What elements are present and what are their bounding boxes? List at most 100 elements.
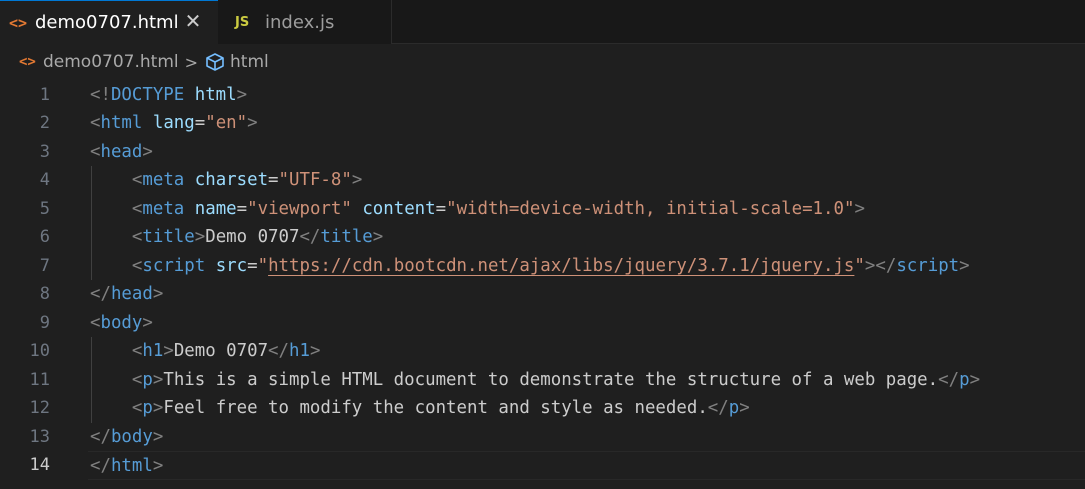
line-number[interactable]: 5 — [0, 195, 50, 224]
code-token: script — [896, 255, 960, 276]
code-text[interactable]: <!DOCTYPE html> — [90, 81, 247, 110]
code-token: head — [100, 141, 143, 162]
code-token: = — [247, 255, 258, 276]
code-token: title — [142, 227, 195, 247]
code-area[interactable]: <!DOCTYPE html> — [88, 81, 1085, 110]
code-text[interactable]: </body> — [90, 423, 163, 452]
code-text[interactable]: <body> — [90, 309, 153, 338]
code-token: > — [247, 113, 258, 133]
code-token: > — [309, 341, 321, 361]
code-area[interactable]: <title>Demo 0707</title> — [88, 223, 1085, 252]
line-number[interactable]: 2 — [0, 109, 50, 138]
code-text[interactable]: <head> — [90, 138, 153, 167]
code-area[interactable]: <html lang="en"> — [88, 109, 1085, 138]
code-line[interactable]: 4 <meta charset="UTF-8"> — [0, 166, 1085, 195]
line-number[interactable]: 7 — [0, 252, 50, 281]
code-area[interactable]: </html> — [88, 451, 1085, 480]
code-token: body — [100, 312, 143, 333]
line-number[interactable]: 1 — [0, 81, 50, 110]
code-line[interactable]: 2 <html lang="en"> — [0, 109, 1085, 138]
code-area[interactable]: <p>This is a simple HTML document to dem… — [88, 366, 1085, 395]
code-line[interactable]: 12 <p>Feel free to modify the content an… — [0, 394, 1085, 423]
line-number[interactable]: 4 — [0, 166, 50, 195]
code-area[interactable]: </head> — [88, 280, 1085, 309]
code-text[interactable]: <p>This is a simple HTML document to dem… — [90, 366, 980, 395]
line-number[interactable]: 10 — [0, 337, 50, 366]
code-text[interactable]: <title>Demo 0707</title> — [90, 223, 383, 252]
code-token: Demo 0707 — [173, 341, 269, 361]
code-token: <! — [90, 84, 111, 105]
code-text[interactable]: <meta charset="UTF-8"> — [90, 166, 362, 195]
code-token: p — [142, 369, 153, 390]
line-number[interactable]: 13 — [0, 423, 50, 452]
code-line[interactable]: 7 <script src="https://cdn.bootcdn.net/a… — [0, 252, 1085, 281]
code-token: < — [131, 170, 143, 190]
code-token: </ — [90, 284, 111, 304]
breadcrumb-file[interactable]: demo0707.html — [43, 52, 179, 72]
line-number[interactable]: 14 — [0, 451, 50, 480]
line-number[interactable]: 6 — [0, 223, 50, 252]
code-line[interactable]: 11 <p>This is a simple HTML document to … — [0, 366, 1085, 395]
code-area[interactable]: <meta charset="UTF-8"> — [88, 166, 1085, 195]
code-area[interactable]: <h1>Demo 0707</h1> — [88, 337, 1085, 366]
line-number[interactable]: 11 — [0, 366, 50, 395]
code-area[interactable]: <script src="https://cdn.bootcdn.net/aja… — [88, 252, 1085, 281]
code-token: > — [152, 284, 164, 304]
code-token: < — [131, 227, 143, 247]
line-number[interactable]: 9 — [0, 309, 50, 338]
code-area[interactable]: <p>Feel free to modify the content and s… — [88, 394, 1085, 423]
close-icon[interactable]: ✕ — [181, 9, 205, 33]
code-line[interactable]: 10 <h1>Demo 0707</h1> — [0, 337, 1085, 366]
code-token: < — [131, 198, 143, 219]
code-token: </ — [707, 398, 729, 418]
code-token[interactable]: https://cdn.bootcdn.net/ajax/libs/jquery… — [268, 256, 854, 276]
code-text[interactable]: </head> — [90, 280, 163, 309]
code-area[interactable]: <meta name="viewport" content="width=dev… — [88, 195, 1085, 224]
code-area[interactable]: <head> — [88, 138, 1085, 167]
breadcrumb-symbol[interactable]: html — [230, 52, 269, 72]
line-number[interactable]: 3 — [0, 138, 50, 167]
code-line[interactable]: 13 </body> — [0, 423, 1085, 452]
code-token: > — [152, 369, 164, 390]
code-token: head — [110, 284, 153, 304]
js-file-icon: JS — [235, 14, 250, 30]
code-text[interactable]: <html lang="en"> — [90, 109, 258, 138]
code-text[interactable]: <meta name="viewport" content="width=dev… — [90, 195, 865, 224]
code-line[interactable]: 9 <body> — [0, 309, 1085, 338]
code-token: src — [215, 255, 248, 276]
code-token: < — [131, 341, 143, 361]
code-token: = — [236, 198, 248, 219]
tab-index-js[interactable]: JS index.js — [218, 0, 392, 44]
code-token: This is a simple HTML document to demons… — [163, 369, 939, 390]
code-line[interactable]: 6 <title>Demo 0707</title> — [0, 223, 1085, 252]
code-token: </ — [90, 456, 111, 476]
code-line[interactable]: 14 </html> — [0, 451, 1085, 480]
code-token: > — [152, 456, 164, 476]
code-token: > — [739, 398, 750, 418]
code-area[interactable]: <body> — [88, 309, 1085, 338]
code-token: html — [194, 84, 237, 105]
html-file-icon: <> — [19, 54, 36, 70]
code-token: meta — [142, 170, 185, 190]
code-token: " — [854, 255, 865, 276]
tab-demo0707-html[interactable]: <> demo0707.html ✕ — [0, 0, 218, 44]
code-text[interactable]: <p>Feel free to modify the content and s… — [90, 394, 750, 423]
code-line[interactable]: 1 <!DOCTYPE html> — [0, 81, 1085, 110]
code-token: p — [728, 398, 740, 418]
code-text[interactable]: </html> — [90, 452, 163, 481]
code-line[interactable]: 5 <meta name="viewport" content="width=d… — [0, 195, 1085, 224]
code-text[interactable]: <script src="https://cdn.bootcdn.net/aja… — [90, 252, 970, 281]
line-number[interactable]: 8 — [0, 280, 50, 309]
code-token: </ — [938, 369, 960, 390]
code-line[interactable]: 8 </head> — [0, 280, 1085, 309]
code-token: h1 — [142, 341, 164, 361]
code-token: "en" — [205, 113, 248, 133]
code-line[interactable]: 3 <head> — [0, 138, 1085, 167]
code-token: < — [90, 113, 101, 133]
code-area[interactable]: </body> — [88, 423, 1085, 452]
line-number[interactable]: 12 — [0, 394, 50, 423]
code-text[interactable]: <h1>Demo 0707</h1> — [90, 337, 321, 366]
code-editor[interactable]: 1 <!DOCTYPE html> 2 <html lang="en"> 3 <head>… — [0, 80, 1085, 489]
